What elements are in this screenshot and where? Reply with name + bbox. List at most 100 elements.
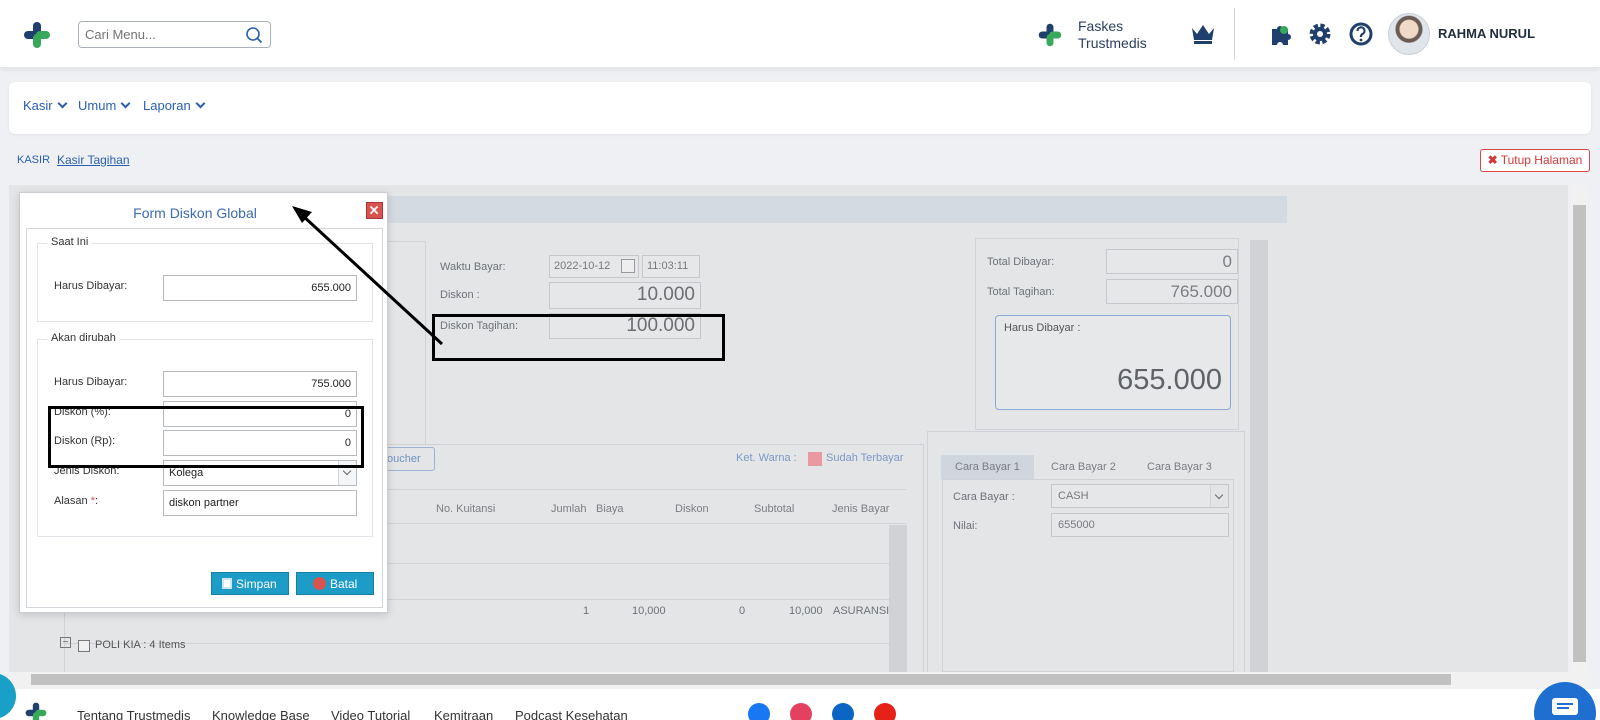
faskes-line1: Faskes [1078, 18, 1124, 34]
menu-laporan-label: Laporan [143, 98, 191, 113]
page-vertical-scrollbar[interactable] [1571, 185, 1588, 672]
faskes-name: Faskes Trustmedis [1078, 18, 1147, 52]
jenis-diskon-value: Kolega [169, 467, 204, 479]
voucher-label: oucher [387, 453, 421, 465]
youtube-icon[interactable] [874, 703, 896, 720]
menu-kasir-label: Kasir [23, 98, 53, 113]
help-icon[interactable] [1348, 21, 1374, 47]
menu-laporan[interactable]: Laporan [143, 98, 206, 113]
items-scrollbar[interactable] [889, 525, 907, 672]
menubar: Kasir Umum Laporan [9, 82, 1591, 134]
trustmedis-logo-icon[interactable] [22, 20, 52, 50]
alasan-input[interactable]: diskon partner [163, 490, 357, 516]
time-field[interactable]: 11:03:11 [642, 255, 700, 278]
tab-cara-bayar-1[interactable]: Cara Bayar 1 [941, 455, 1034, 479]
column-header: Subtotal [754, 503, 795, 515]
footer-link[interactable]: Tentang Trustmedis [77, 708, 190, 720]
current-harus-value: 655.000 [311, 282, 351, 294]
instagram-icon[interactable] [790, 703, 812, 720]
table-row-jumlah: 1 [583, 605, 590, 617]
diskon-field: 10.000 [549, 282, 701, 309]
chevron-down-icon [120, 98, 131, 109]
nilai-field[interactable]: 655000 [1051, 513, 1229, 537]
fieldset-change-legend: Akan dirubah [47, 332, 120, 344]
close-page-button[interactable]: ✖ Tutup Halaman [1480, 149, 1590, 172]
total-tagihan-field: 765.000 [1106, 279, 1238, 304]
collapse-icon[interactable]: − [60, 637, 71, 648]
column-header: Jenis Bayar [832, 503, 890, 515]
footer-link[interactable]: Video Tutorial [331, 708, 410, 720]
totals-scrollbar[interactable] [1250, 240, 1268, 672]
close-icon[interactable] [366, 202, 383, 219]
nilai-value: 655000 [1058, 519, 1095, 531]
close-x-icon [369, 205, 379, 215]
current-harus-label: Harus Dibayar: [54, 280, 128, 292]
cara-bayar-select[interactable]: CASH [1051, 484, 1229, 508]
breadcrumb-current[interactable]: Kasir Tagihan [57, 153, 130, 167]
column-header: Jumlah [551, 503, 587, 515]
linkedin-icon[interactable] [832, 703, 854, 720]
date-value: 2022-10-12 [554, 260, 611, 272]
menu-kasir[interactable]: Kasir [23, 98, 68, 113]
calendar-icon[interactable] [621, 259, 635, 273]
footer-link[interactable]: Knowledge Base [212, 708, 310, 720]
cancel-button[interactable]: Batal [296, 572, 374, 595]
total-tagihan-value: 765.000 [1170, 282, 1232, 301]
alasan-label-text: Alasan [54, 495, 88, 507]
modal-title: Form Diskon Global [133, 205, 257, 221]
footer-link[interactable]: Kemitraan [434, 708, 493, 720]
search-input[interactable] [85, 22, 235, 47]
scrollbar-thumb[interactable] [1573, 205, 1586, 662]
date-field[interactable]: 2022-10-12 [549, 255, 639, 278]
gear-icon[interactable] [1307, 21, 1333, 47]
change-harus-field: 755.000 [163, 371, 357, 397]
tab-cara-bayar-2[interactable]: Cara Bayar 2 [1051, 455, 1116, 479]
group-checkbox[interactable] [78, 640, 90, 652]
harus-dibayar-label: Harus Dibayar : [1004, 322, 1081, 334]
alasan-label-colon: : [94, 495, 99, 507]
menu-umum[interactable]: Umum [78, 98, 131, 113]
change-harus-label: Harus Dibayar: [54, 376, 128, 388]
scrollbar-thumb[interactable] [31, 674, 1451, 685]
sudah-terbayar-label: Sudah Terbayar [826, 452, 904, 464]
annotation-box-diskon-fields [48, 406, 364, 468]
current-harus-field: 655.000 [163, 275, 357, 301]
breadcrumb-root[interactable]: KASIR [17, 154, 50, 166]
cancel-label: Batal [330, 577, 358, 591]
top-header: Faskes Trustmedis RAHMA NURUL [0, 0, 1600, 68]
page-horizontal-scrollbar[interactable] [9, 672, 1591, 687]
total-dibayar-value: 0 [1222, 252, 1232, 271]
search-box[interactable] [78, 21, 271, 48]
table-row-biaya: 10,000 [632, 605, 666, 617]
change-harus-value: 755.000 [311, 378, 351, 390]
chevron-down-icon [1210, 485, 1228, 507]
alasan-label: Alasan *: [54, 495, 98, 507]
menu-umum-label: Umum [78, 98, 117, 113]
total-dibayar-label: Total Dibayar: [987, 256, 1055, 268]
total-tagihan-label: Total Tagihan: [987, 286, 1055, 298]
trustmedis-logo-icon [25, 702, 47, 720]
header-divider [1234, 8, 1235, 60]
close-page-label: Tutup Halaman [1500, 153, 1583, 167]
cara-bayar-label: Cara Bayar : [953, 491, 1015, 503]
avatar[interactable] [1388, 13, 1430, 55]
chat-button[interactable] [1534, 682, 1596, 720]
search-icon[interactable] [245, 26, 263, 44]
user-name[interactable]: RAHMA NURUL [1438, 26, 1535, 41]
faskes-logo-icon [1038, 23, 1062, 47]
save-button[interactable]: Simpan [211, 572, 289, 595]
footer-link[interactable]: Podcast Kesehatan [515, 708, 628, 720]
paid-color-swatch [808, 452, 822, 466]
chat-icon [1552, 698, 1578, 715]
diskon-label: Diskon : [440, 289, 480, 301]
cancel-icon [313, 577, 326, 590]
crown-icon[interactable] [1190, 22, 1216, 46]
table-row-jenis: ASURANSI [833, 605, 890, 617]
chevron-down-icon [195, 98, 206, 109]
diskon-value: 10.000 [636, 284, 695, 305]
fieldset-current: Saat Ini Harus Dibayar: 655.000 [37, 236, 373, 322]
voucher-button[interactable]: oucher [380, 447, 435, 471]
tab-cara-bayar-3[interactable]: Cara Bayar 3 [1147, 455, 1212, 479]
puzzle-icon[interactable] [1267, 21, 1293, 47]
facebook-icon[interactable] [748, 703, 770, 720]
